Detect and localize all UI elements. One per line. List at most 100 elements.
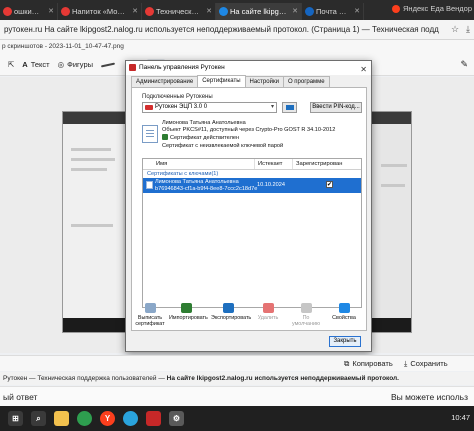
connected-tokens-label: Подключенные Рутокены: [142, 94, 213, 100]
embedded-text-line: [381, 184, 405, 187]
start-icon[interactable]: ⊞: [8, 411, 23, 426]
file-explorer-icon[interactable]: [54, 411, 69, 426]
shapes-icon: ◎: [57, 60, 65, 69]
bookmark-icon[interactable]: ☆: [451, 24, 459, 35]
telegram-icon[interactable]: [123, 411, 138, 426]
certificates-panel: Подключенные Рутокены Рутокен ЭЦП 3.0 0 …: [131, 87, 367, 331]
taskbar-clock: 10:47: [451, 413, 470, 422]
action-label: Удалить: [257, 315, 279, 321]
default-icon: [300, 303, 312, 313]
cert-object: Объект PKCS#11, доступный через Crypto-P…: [162, 127, 336, 134]
enter-pin-button[interactable]: Ввести PIN-код...: [310, 102, 362, 113]
pen-thin-icon[interactable]: [99, 59, 117, 71]
action-label: Свойства: [332, 315, 356, 321]
chevron-down-icon: ▾: [270, 104, 274, 110]
text-icon: A: [22, 60, 28, 69]
cursor-icon: ⇱: [8, 60, 15, 69]
tab-close-icon[interactable]: ✕: [48, 7, 54, 15]
edit-icon[interactable]: ✎: [460, 59, 468, 70]
tab-label: Напиток «Мохито» Fresh: [72, 7, 127, 16]
row-expires: 10.10.2024: [257, 182, 285, 188]
action-label: Импортировать: [169, 315, 208, 321]
tab-certificates[interactable]: Сертификаты: [197, 75, 246, 87]
column-header-expires[interactable]: Истекает: [255, 159, 293, 169]
browser-tab[interactable]: ошкин - Fresh ✕: [0, 3, 58, 20]
certificate-group[interactable]: Сертификаты с ключами(1): [143, 170, 361, 178]
save-icon: ⤓: [404, 358, 408, 368]
delete-icon: [262, 303, 274, 313]
column-header-name[interactable]: Имя: [143, 159, 255, 169]
tab-close-icon[interactable]: ✕: [292, 7, 298, 15]
certificate-icon: [142, 125, 158, 143]
dialog-close-icon[interactable]: ✕: [360, 63, 367, 77]
action-label: Экспортировать: [211, 315, 252, 321]
action-label: Выписать сертификат: [135, 315, 165, 327]
browser-tab[interactable]: Напиток «Мохито» Fresh ✕: [58, 3, 142, 20]
tab-close-icon[interactable]: ✕: [354, 7, 360, 15]
editor-canvas[interactable]: Панель управления Рутокен ✕ Администриро…: [0, 60, 474, 353]
token-select[interactable]: Рутокен ЭЦП 3.0 0 ▾: [142, 102, 277, 113]
download-icon[interactable]: ⤓: [466, 24, 470, 35]
embedded-text-line: [71, 148, 111, 151]
row-registered-checkbox[interactable]: ✔: [326, 181, 333, 188]
tab-close-icon[interactable]: ✕: [132, 7, 138, 15]
account-name: Яндекс Еда Вендор: [403, 4, 472, 13]
windows-taskbar: ⊞ ⌕ Y ⚙ 10:47: [0, 406, 474, 431]
browser-tab[interactable]: Почта Mail.ru ✕: [302, 3, 364, 20]
cert-status: Сертификат действителен: [170, 135, 240, 142]
rutoken-taskbar-icon[interactable]: [146, 411, 161, 426]
valid-check-icon: [162, 134, 168, 141]
refresh-icon: [285, 105, 294, 110]
set-default-button[interactable]: По умолчанию: [289, 303, 323, 327]
tab-label: ошкин - Fresh: [14, 7, 43, 16]
tab-favicon-icon: [219, 7, 228, 16]
browser-tab-strip: ошкин - Fresh ✕ Напиток «Мохито» Fresh ✕…: [0, 0, 474, 20]
tab-close-icon[interactable]: ✕: [206, 7, 212, 15]
row-certificate-icon: [146, 181, 153, 189]
address-bar[interactable]: рутокен.ru На сайте lkipgost2.nalog.ru и…: [0, 20, 474, 40]
rutoken-dialog: Панель управления Рутокен ✕ Администриро…: [125, 60, 372, 352]
embedded-text-line: [381, 164, 407, 167]
export-button[interactable]: Экспортировать: [211, 303, 251, 321]
yandex-browser-icon[interactable]: Y: [100, 411, 115, 426]
save-label: Сохранить: [410, 359, 448, 368]
chrome-icon[interactable]: [77, 411, 92, 426]
column-header-registered[interactable]: Зарегистрирован: [293, 159, 363, 169]
text-tool[interactable]: A Текст: [22, 60, 49, 69]
certificate-info: Лимонова Татьяна Анатольевна Объект PKCS…: [162, 120, 335, 150]
settings-icon[interactable]: ⚙: [169, 411, 184, 426]
tab-label: Техническая поддерж: [156, 7, 201, 16]
account-label[interactable]: Яндекс Еда Вендор: [392, 4, 472, 13]
answer-hint: Вы можете использ: [390, 392, 468, 402]
tab-favicon-icon: [305, 7, 314, 16]
delete-button[interactable]: Удалить: [251, 303, 285, 321]
table-row-selected[interactable]: Лимонова Татьяна Анатольевна b76946843-c…: [143, 178, 361, 193]
issue-certificate-button[interactable]: Выписать сертификат: [133, 303, 167, 327]
embedded-text-line: [71, 168, 107, 171]
save-button[interactable]: ⤓ Сохранить: [404, 359, 448, 369]
export-icon: [222, 303, 234, 313]
screen: ошкин - Fresh ✕ Напиток «Мохито» Fresh ✕…: [0, 0, 474, 431]
address-bar-icons: ☆ ⤓: [451, 24, 470, 35]
properties-button[interactable]: Свойства: [327, 303, 361, 321]
address-text: рутокен.ru На сайте lkipgost2.nalog.ru и…: [4, 25, 439, 34]
close-button[interactable]: Закрыть: [329, 336, 361, 347]
browser-tab[interactable]: Техническая поддерж ✕: [142, 3, 216, 20]
tab-favicon-icon: [145, 7, 154, 16]
certificate-actions: Выписать сертификат Импортировать Экспор…: [131, 303, 367, 331]
import-icon: [180, 303, 192, 313]
import-button[interactable]: Импортировать: [169, 303, 208, 321]
page-title-bold: На сайте lkipgost2.nalog.ru используется…: [166, 375, 399, 382]
browser-tab-active[interactable]: На сайте lkipgost2.nalog.ru ✕: [216, 3, 302, 20]
refresh-button[interactable]: [282, 102, 297, 113]
answer-label: ый ответ: [3, 391, 38, 402]
search-icon[interactable]: ⌕: [31, 411, 46, 426]
action-label: По умолчанию: [291, 315, 321, 327]
page-title-prefix: Рутокен — Техническая поддержка пользова…: [3, 375, 167, 382]
copy-label: Копировать: [352, 359, 393, 368]
select-tool[interactable]: ⇱: [8, 60, 14, 69]
copy-button[interactable]: ⧉ Копировать: [344, 359, 393, 369]
token-icon: [145, 105, 153, 110]
row-name-cell: Лимонова Татьяна Анатольевна b76946843-c…: [155, 179, 257, 192]
shapes-tool[interactable]: ◎ Фигуры: [58, 60, 93, 69]
